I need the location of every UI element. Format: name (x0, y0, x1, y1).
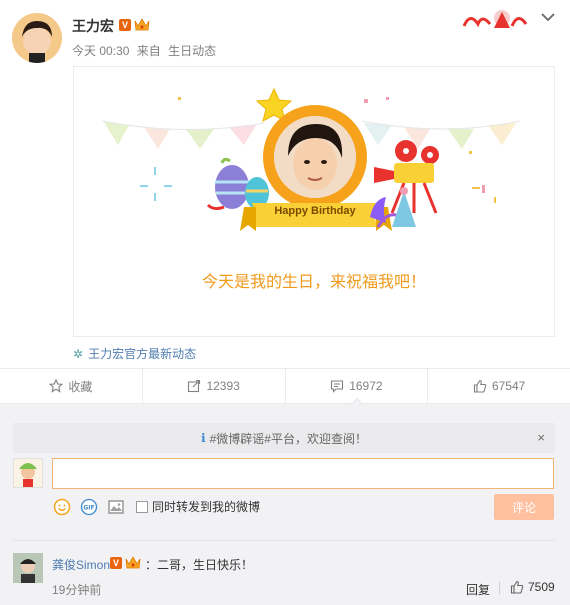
gif-icon[interactable]: GIF (80, 498, 98, 516)
comment-icon (331, 380, 344, 393)
like-count: 67547 (491, 379, 526, 393)
post-time[interactable]: 今天 00:30 (72, 44, 129, 58)
crown-icon (125, 556, 141, 569)
reply-button[interactable]: 回复 (466, 581, 490, 598)
birthday-card[interactable]: Happy Birthday 今天是我的生日，来祝福我吧！ (73, 66, 555, 337)
portrait-image (274, 116, 356, 198)
info-icon: ℹ (201, 431, 206, 445)
my-avatar[interactable] (13, 458, 43, 488)
post-meta: 今天 00:30 来自 生日动态 (72, 42, 220, 59)
notice-text[interactable]: #微博辟谣#平台，欢迎查阅！ (210, 430, 367, 447)
rumor-notice[interactable]: ℹ #微博辟谣#平台，欢迎查阅！ × (13, 423, 555, 453)
svg-text:GIF: GIF (83, 505, 94, 512)
comment-like-button[interactable]: 7509 (510, 580, 555, 594)
comment-like-count: 7509 (528, 580, 555, 594)
comment-input[interactable] (52, 458, 554, 489)
comment-time: 19分钟前 (52, 583, 102, 597)
official-source-link[interactable]: ✲ 王力宏官方最新动态 (73, 345, 196, 362)
chevron-down-icon[interactable] (541, 12, 555, 22)
emoji-icon[interactable] (53, 498, 71, 516)
post-source[interactable]: 生日动态 (168, 44, 216, 58)
thumbs-up-icon (473, 379, 487, 393)
my-avatar-image (14, 459, 42, 487)
verified-badge-icon: V (110, 557, 122, 569)
repost-checkbox-label: 同时转发到我的微博 (152, 500, 261, 514)
image-icon[interactable] (107, 498, 125, 516)
like-button[interactable]: 67547 (428, 369, 570, 403)
checkbox-icon[interactable] (136, 500, 148, 513)
official-source-label[interactable]: 王力宏官方最新动态 (88, 347, 196, 361)
action-bar: 收藏 12393 16972 67547 (0, 368, 570, 404)
birthday-photo (269, 111, 361, 203)
close-icon[interactable]: × (537, 430, 545, 445)
repost-count: 12393 (206, 379, 240, 393)
comment-count: 16972 (349, 379, 383, 393)
author-name[interactable]: 王力宏 (72, 16, 114, 36)
comment-panel: ℹ #微博辟谣#平台，欢迎查阅！ × GIF 同时转发到我的微博 评论 龚俊Si… (0, 404, 570, 605)
sparkle-icon: ✲ (73, 347, 84, 361)
repost-icon (188, 379, 201, 393)
favorite-button[interactable]: 收藏 (0, 369, 143, 403)
repost-checkbox[interactable]: 同时转发到我的微博 (136, 498, 260, 515)
source-prefix: 来自 (136, 44, 161, 58)
author-avatar[interactable] (12, 13, 62, 63)
commenter-avatar-image (13, 553, 43, 583)
commenter-avatar[interactable] (13, 553, 43, 583)
star-icon (49, 379, 64, 393)
repost-button[interactable]: 12393 (143, 369, 286, 403)
comment-text: ：二哥，生日快乐！ (145, 558, 254, 572)
birthday-ribbon-text: Happy Birthday (274, 205, 356, 217)
commenter-name[interactable]: 龚俊Simon (52, 556, 110, 573)
caret-up-icon (351, 398, 363, 405)
separator (499, 582, 500, 594)
divider (13, 540, 555, 541)
favorite-label: 收藏 (68, 379, 93, 394)
verified-badge-icon: V (119, 19, 131, 31)
author-photo (12, 13, 62, 63)
birthday-decoration-icon (462, 10, 528, 28)
submit-comment-button[interactable]: 评论 (494, 494, 554, 520)
crown-icon (134, 18, 150, 31)
birthday-message: 今天是我的生日，来祝福我吧！ (201, 274, 426, 291)
thumbs-up-icon (510, 580, 524, 594)
